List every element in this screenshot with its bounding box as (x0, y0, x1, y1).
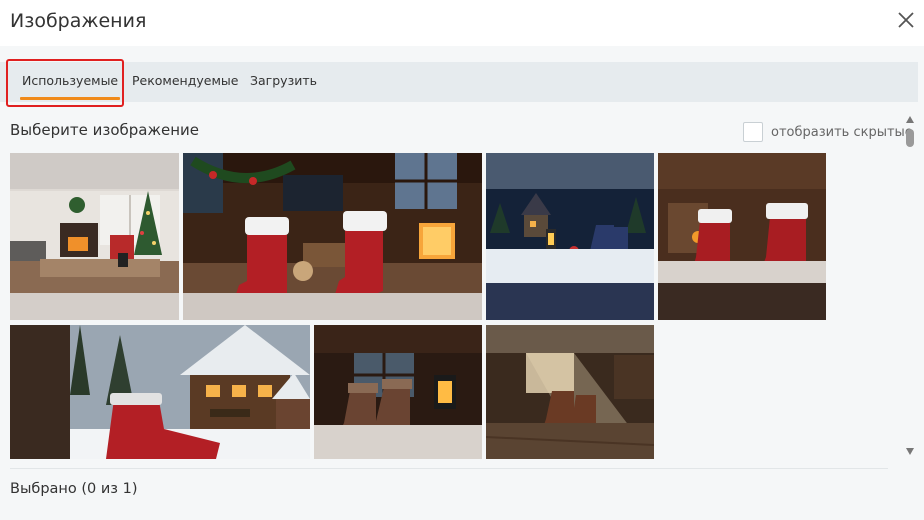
brown-boots-sunlit-image (486, 325, 654, 459)
red-valenki-cabin-image (183, 153, 482, 320)
felt-boots-candle-image (314, 325, 482, 459)
dialog-header: Изображения (0, 0, 924, 46)
red-boots-cabin-image (658, 153, 826, 320)
image-thumbnail[interactable] (183, 153, 482, 320)
selection-status: Выбрано (0 из 1) (10, 481, 138, 497)
images-dialog: Изображения Используемые Рекомендуемые З… (0, 0, 924, 520)
select-image-prompt: Выберите изображение (10, 121, 200, 139)
dialog-title: Изображения (10, 10, 147, 32)
tab-upload[interactable]: Загрузить (250, 62, 317, 102)
image-thumbnail[interactable] (486, 325, 654, 459)
show-hidden-label: отобразить скрытые (771, 124, 913, 140)
image-thumbnail[interactable] (10, 325, 310, 459)
image-thumbnail[interactable] (10, 153, 179, 320)
image-grid (0, 150, 900, 462)
show-hidden-checkbox[interactable] (743, 122, 763, 142)
footer-divider (10, 468, 888, 469)
active-tab-indicator (20, 97, 121, 100)
close-icon[interactable] (896, 10, 916, 30)
scrollbar[interactable] (903, 116, 919, 460)
image-thumbnail[interactable] (314, 325, 482, 459)
scroll-up-arrow-icon[interactable] (906, 116, 914, 123)
tab-used[interactable]: Используемые (20, 62, 121, 102)
tab-recommended[interactable]: Рекомендуемые (132, 62, 238, 102)
tab-recommended-label: Рекомендуемые (132, 73, 239, 88)
snowy-village-image (486, 153, 654, 320)
image-thumbnail[interactable] (486, 153, 654, 320)
tab-upload-label: Загрузить (250, 73, 317, 88)
scroll-thumb[interactable] (906, 129, 914, 147)
tab-used-label: Используемые (22, 73, 119, 88)
show-hidden-toggle[interactable]: отобразить скрытые (743, 122, 913, 142)
image-thumbnail[interactable] (658, 153, 826, 320)
tab-bar: Используемые Рекомендуемые Загрузить (0, 62, 918, 102)
living-room-tree-image (10, 153, 179, 320)
red-boot-snowy-house-image (10, 325, 310, 459)
scroll-down-arrow-icon[interactable] (906, 448, 914, 455)
